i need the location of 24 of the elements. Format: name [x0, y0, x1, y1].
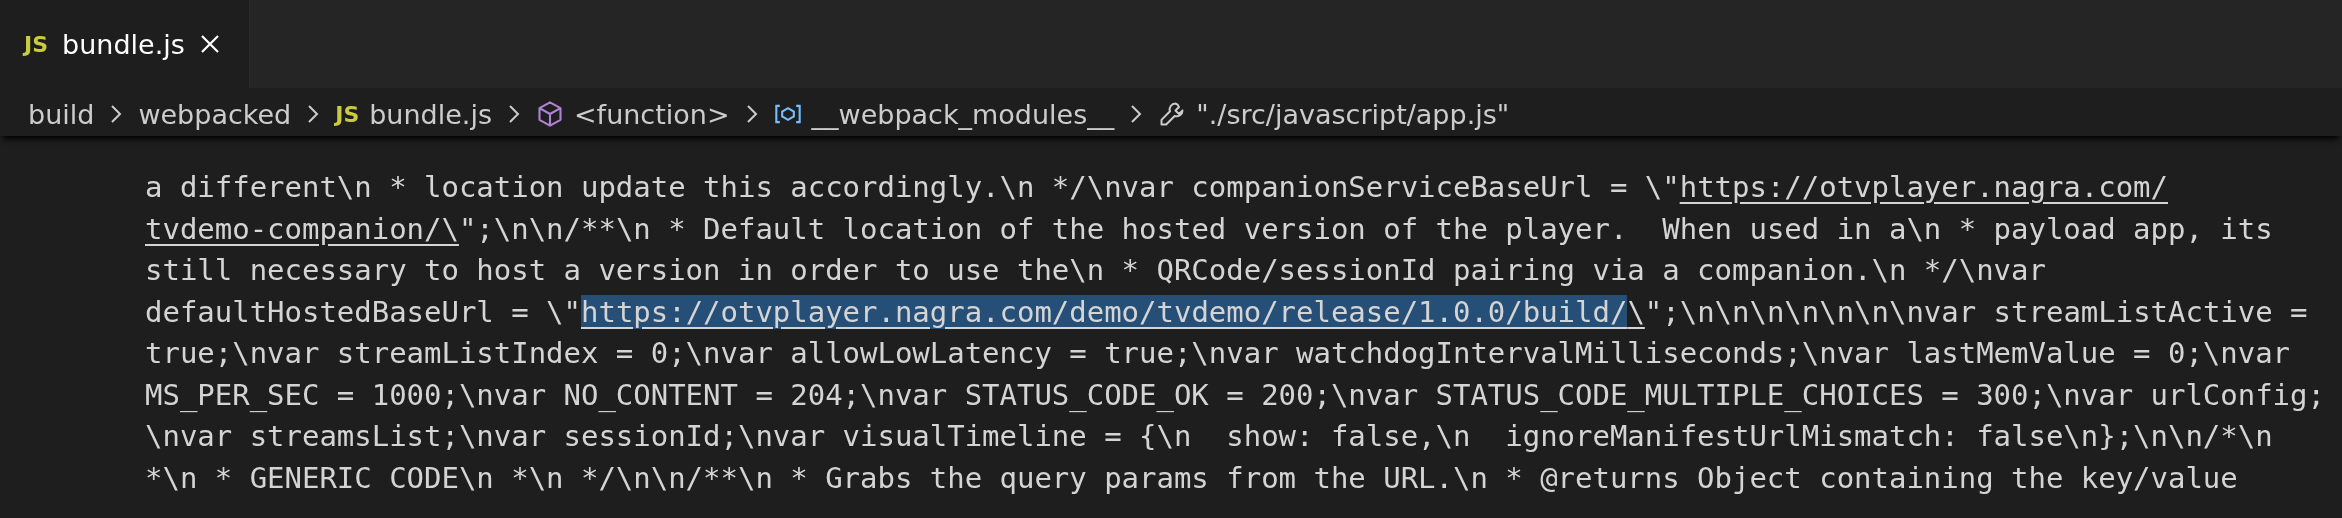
code-line: a different\n * location update this accordingly.\n */\nvar companionServiceBaseUrl = \"https://otvplayer.nagra.com/ [145, 169, 2169, 206]
cube-icon [536, 100, 564, 128]
code-line: \nvar streamsList;\nvar sessionId;\nvar visualTimeline = {\n show: false,\n ignoreManifestUrlMismatch: false\n};\n\n/*\n [145, 418, 2274, 455]
code-line: MS_PER_SEC = 1000;\nvar NO_CONTENT = 204;\nvar STATUS_CODE_OK = 200;\nvar STATUS_CODE_MULTIPLE_CHOICES = 300;\nvar urlConfig; [145, 376, 2326, 414]
code-line: defaultHostedBaseUrl = \"https://otvplayer.nagra.com/demo/tvdemo/release/1.0.0/build/\";\n\n\n\n\n\n\nvar streamListActive = [145, 293, 2309, 331]
breadcrumb-item[interactable]: build [28, 98, 95, 130]
code-line: tvdemo-companion/\";\n\n/**\n * Default location of the hosted version of the player. When used in a\n * payload app, its [145, 210, 2274, 248]
breadcrumb-item[interactable]: "./src/javascript/app.js" [1196, 98, 1510, 130]
breadcrumb-item[interactable]: webpacked [138, 98, 292, 130]
editor-tab[interactable]: JS bundle.js [0, 0, 250, 88]
js-file-icon: JS [335, 101, 360, 127]
code-link[interactable]: https://otvplayer.nagra.com/demo/tvdemo/release/1.0.0/build/ [581, 294, 1628, 329]
close-icon[interactable] [198, 33, 221, 55]
code-line: *\n * GENERIC CODE\n *\n */\n\n/**\n * Grabs the query params from the URL.\n * @returns Object containing the key/value [145, 459, 2239, 497]
js-file-icon: JS [24, 31, 49, 57]
breadcrumb-item[interactable]: bundle.js [369, 98, 492, 130]
breadcrumb-item[interactable]: __webpack_modules__ [811, 98, 1115, 130]
chevron-right-icon [506, 103, 522, 125]
code-line: still necessary to host a version in order to use the\n * QRCode/sessionId pairing via a companion.\n */\nvar [145, 252, 2047, 289]
breadcrumb-item[interactable]: <function> [574, 98, 730, 130]
code-link[interactable]: \ [1627, 294, 1645, 329]
code-link[interactable]: tvdemo-companion/\ [145, 211, 459, 246]
code-line: true;\nvar streamListIndex = 0;\nvar allowLowLatency = true;\nvar watchdogIntervalMilliseconds;\nvar lastMemValue = 0;\nvar [145, 335, 2292, 372]
code-link[interactable]: https://otvplayer.nagra.com/ [1679, 170, 2168, 204]
